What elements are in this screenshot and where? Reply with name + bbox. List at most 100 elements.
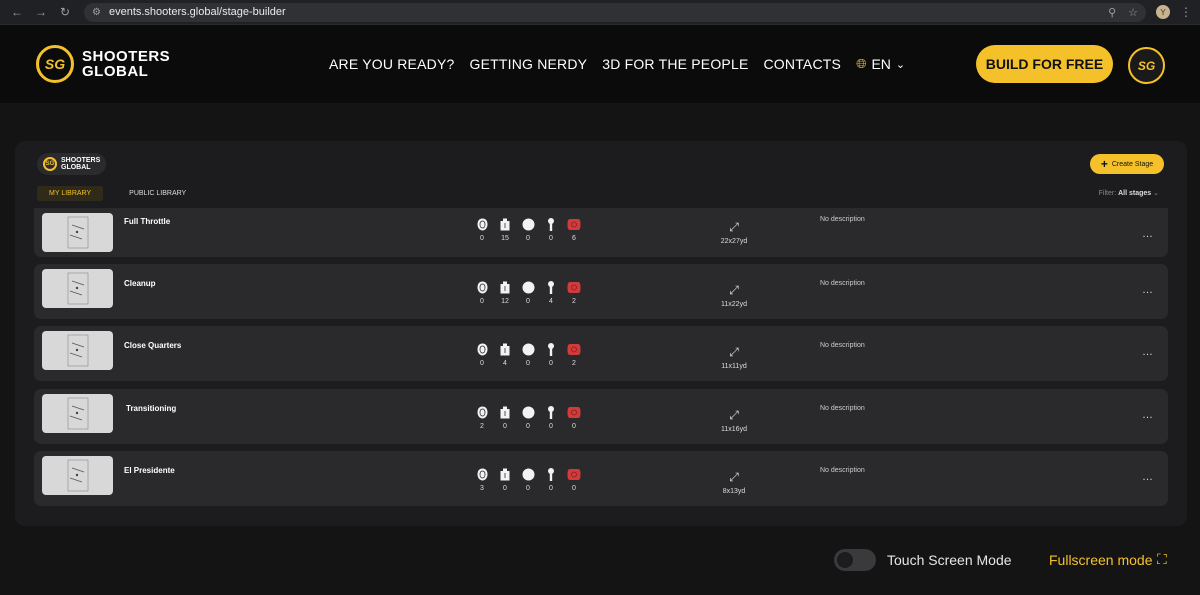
count-value: 0 [480, 235, 484, 242]
count-value: 4 [503, 360, 507, 367]
count-popper: 4 [543, 281, 559, 305]
nav-3d-for-the-people[interactable]: 3D FOR THE PEOPLE [602, 56, 748, 72]
stage-row[interactable]: Full Throttle 0 15 0 0 6 ⤢ 22x27yd No de… [34, 208, 1168, 257]
penalty-target-icon [567, 343, 581, 356]
stage-name[interactable]: El Presidente [124, 466, 175, 475]
build-for-free-button[interactable]: BUILD FOR FREE [976, 45, 1113, 83]
expand-icon: ⤢ [729, 220, 739, 234]
panel-logo-line2: GLOBAL [61, 164, 91, 171]
count-no-shoot-target: 4 [497, 343, 513, 367]
nav-getting-nerdy[interactable]: GETTING NERDY [469, 56, 587, 72]
count-penalty-target: 2 [566, 343, 582, 367]
site-settings-icon[interactable]: ⚙ [92, 7, 101, 18]
toggle-knob [837, 552, 853, 568]
count-penalty-target: 0 [566, 406, 582, 430]
steel-plate-icon [522, 281, 535, 294]
stage-thumbnail[interactable] [42, 269, 113, 308]
fullscreen-button[interactable]: Fullscreen mode [1049, 552, 1153, 568]
tab-public-library[interactable]: PUBLIC LIBRARY [117, 186, 198, 201]
language-selector[interactable]: 🌐︎ EN ⌄ [856, 56, 905, 72]
count-steel-plate: 0 [520, 406, 536, 430]
dimensions-text: 11x16yd [721, 426, 747, 433]
stage-description: No description [820, 467, 865, 474]
stage-row[interactable]: El Presidente 3 0 0 0 0 ⤢ 8x13yd No desc… [34, 451, 1168, 506]
chevron-down-icon: ⌄ [895, 58, 906, 71]
stage-map-preview [67, 272, 89, 305]
steel-plate-icon [522, 468, 535, 481]
logo-line2: GLOBAL [82, 63, 149, 80]
stage-thumbnail[interactable] [42, 394, 113, 433]
count-value: 0 [503, 423, 507, 430]
stage-name[interactable]: Full Throttle [124, 217, 170, 226]
count-value: 0 [549, 423, 553, 430]
stage-row[interactable]: Close Quarters 0 4 0 0 2 ⤢ 11x11yd No de… [34, 326, 1168, 381]
stage-thumbnail[interactable] [42, 331, 113, 370]
dimensions-text: 11x11yd [721, 363, 747, 370]
no-shoot-target-icon [500, 468, 510, 481]
count-penalty-target: 6 [566, 218, 582, 242]
no-shoot-target-icon [500, 406, 510, 419]
nav-are-you-ready[interactable]: ARE YOU READY? [329, 56, 454, 72]
count-value: 0 [526, 360, 530, 367]
stage-thumbnail[interactable] [42, 456, 113, 495]
dimensions-text: 11x22yd [721, 301, 747, 308]
more-options-icon[interactable]: … [1142, 409, 1154, 421]
count-value: 0 [526, 298, 530, 305]
library-tabs: MY LIBRARY PUBLIC LIBRARY [37, 186, 198, 201]
back-icon[interactable]: ← [8, 3, 26, 21]
fullscreen-icon[interactable]: ⛶ [1157, 551, 1167, 568]
more-options-icon[interactable]: … [1142, 228, 1154, 240]
url-text: events.shooters.global/stage-builder [108, 6, 286, 18]
zoom-icon[interactable]: ⚲ [1108, 6, 1116, 19]
more-options-icon[interactable]: … [1142, 346, 1154, 358]
stage-row[interactable]: Cleanup 0 12 0 4 2 ⤢ 11x22yd No descript… [34, 264, 1168, 319]
tab-my-library[interactable]: MY LIBRARY [37, 186, 104, 201]
stage-map-preview [67, 459, 89, 492]
paper-target-icon [477, 343, 488, 356]
stage-row[interactable]: Transitioning 2 0 0 0 0 ⤢ 11x16yd No des… [34, 389, 1168, 444]
count-value: 0 [526, 235, 530, 242]
penalty-target-icon [567, 281, 581, 294]
browser-menu-icon[interactable]: ⋮ [1180, 5, 1192, 19]
stage-thumbnail[interactable] [42, 213, 113, 252]
count-steel-plate: 0 [520, 343, 536, 367]
stage-description: No description [820, 216, 865, 223]
count-popper: 0 [543, 468, 559, 492]
more-options-icon[interactable]: … [1142, 471, 1154, 483]
filter-dropdown[interactable]: Filter: All stages ⌄ [1099, 189, 1159, 197]
stage-map-preview [67, 397, 89, 430]
create-stage-button[interactable]: + Create Stage [1090, 154, 1164, 174]
address-bar[interactable]: ⚙ events.shooters.global/stage-builder ⚲… [84, 2, 1146, 22]
count-steel-plate: 0 [520, 281, 536, 305]
target-counts: 3 0 0 0 0 [474, 468, 582, 492]
count-no-shoot-target: 0 [497, 468, 513, 492]
count-value: 0 [503, 485, 507, 492]
target-counts: 2 0 0 0 0 [474, 406, 582, 430]
more-options-icon[interactable]: … [1142, 284, 1154, 296]
popper-icon [547, 281, 555, 294]
bookmark-star-icon[interactable]: ☆ [1128, 6, 1138, 19]
stage-description: No description [820, 280, 865, 287]
target-counts: 0 12 0 4 2 [474, 281, 582, 305]
logo-mark-icon: SG [43, 157, 57, 171]
stage-name[interactable]: Cleanup [124, 279, 156, 288]
stage-name[interactable]: Transitioning [126, 404, 176, 413]
profile-avatar[interactable]: Y [1156, 5, 1170, 19]
count-no-shoot-target: 12 [497, 281, 513, 305]
plus-icon: + [1100, 157, 1108, 171]
stage-name[interactable]: Close Quarters [124, 341, 181, 350]
dimensions-text: 22x27yd [720, 238, 748, 245]
paper-target-icon [477, 406, 488, 419]
nav-contacts[interactable]: CONTACTS [764, 56, 842, 72]
globe-icon: 🌐︎ [856, 56, 867, 71]
site-logo[interactable]: SG SHOOTERS GLOBAL [36, 45, 170, 83]
count-steel-plate: 0 [520, 218, 536, 242]
user-avatar[interactable]: SG [1128, 47, 1165, 84]
touch-screen-toggle[interactable] [834, 549, 876, 571]
forward-icon[interactable]: → [32, 3, 50, 21]
count-value: 2 [572, 298, 576, 305]
expand-icon: ⤢ [729, 408, 739, 422]
count-value: 12 [501, 298, 509, 305]
steel-plate-icon [522, 218, 535, 231]
reload-icon[interactable]: ↻ [56, 3, 74, 21]
